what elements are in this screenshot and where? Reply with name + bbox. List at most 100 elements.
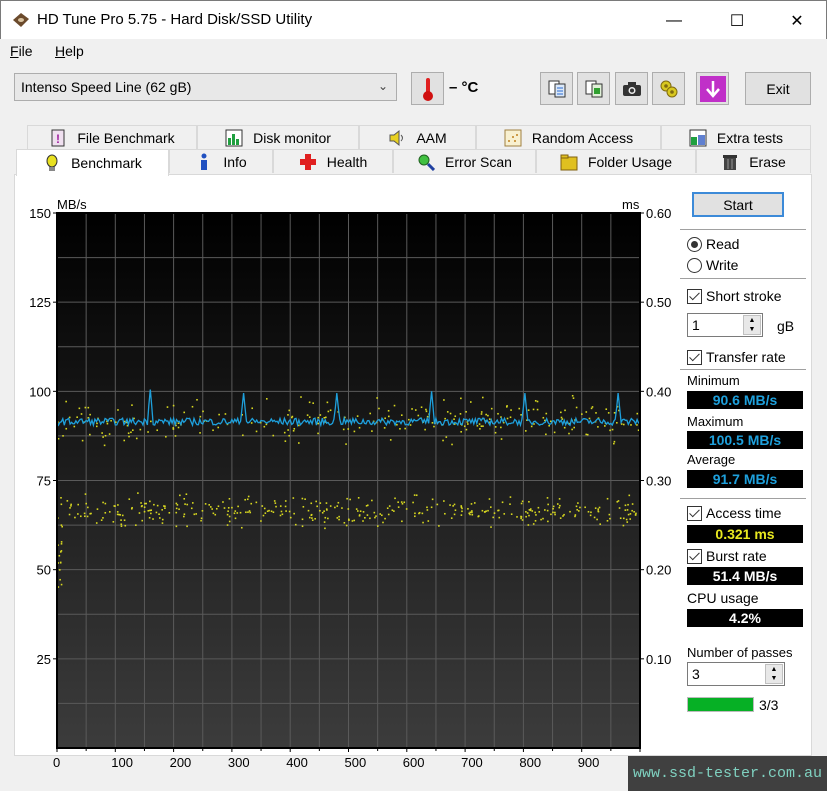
exit-button[interactable]: Exit: [745, 72, 811, 105]
access-time-point: [400, 501, 403, 503]
access-time-checkbox[interactable]: Access time: [687, 505, 781, 521]
access-time-point: [274, 502, 277, 504]
access-time-point: [590, 511, 592, 514]
burst-rate-checkbox[interactable]: Burst rate: [687, 548, 767, 564]
extra-tests-icon: [689, 129, 707, 146]
spinner-arrows-icon[interactable]: ▲ ▼: [765, 664, 783, 684]
access-time-point: [284, 505, 287, 508]
read-radio[interactable]: Read: [687, 236, 739, 252]
access-time-point: [469, 511, 472, 514]
access-time-point: [153, 503, 155, 506]
access-time-point: [217, 505, 220, 508]
access-time-point: [624, 504, 627, 507]
access-time-point: [131, 404, 133, 406]
save-button[interactable]: [696, 72, 729, 105]
access-time-point: [631, 509, 633, 512]
burst-rate-label: Burst rate: [706, 548, 767, 564]
access-time-point: [596, 518, 598, 521]
access-time-point: [183, 513, 186, 516]
access-time-point: [226, 513, 229, 516]
access-time-point: [228, 520, 231, 523]
access-time-point: [613, 442, 615, 445]
access-time-point: [70, 503, 72, 506]
x-tick-label: 700: [461, 755, 483, 770]
access-time-point: [347, 428, 350, 430]
access-time-point: [509, 416, 512, 419]
access-time-point: [480, 425, 483, 427]
transfer-rate-checkbox[interactable]: Transfer rate: [687, 349, 786, 365]
access-time-point: [319, 509, 321, 512]
passes-value: 3: [692, 666, 700, 682]
access-time-point: [585, 411, 588, 413]
access-time-point: [597, 426, 599, 428]
tab-extra-tests[interactable]: Extra tests: [661, 125, 811, 149]
tab-label: Extra tests: [716, 129, 784, 146]
tab-erase[interactable]: Erase: [696, 149, 811, 173]
write-radio[interactable]: Write: [687, 257, 738, 273]
access-time-point: [139, 428, 142, 431]
access-time-point: [247, 511, 249, 513]
access-time-point: [60, 524, 63, 526]
start-button[interactable]: Start: [692, 192, 784, 217]
short-stroke-input[interactable]: 1 ▲ ▼: [687, 313, 763, 337]
passes-input[interactable]: 3 ▲ ▼: [687, 662, 785, 686]
access-time-point: [469, 513, 471, 516]
access-time-point: [528, 509, 531, 511]
access-time-point: [624, 509, 627, 511]
access-time-point: [411, 408, 413, 410]
access-time-point: [251, 407, 254, 410]
access-time-point: [102, 501, 104, 504]
access-time-point: [373, 511, 376, 514]
access-time-point: [473, 502, 476, 504]
access-time-point: [329, 505, 332, 507]
maximize-button[interactable]: ☐: [706, 1, 768, 40]
close-button[interactable]: ✕: [766, 1, 827, 40]
access-time-point: [356, 415, 359, 417]
short-stroke-checkbox[interactable]: Short stroke: [687, 288, 781, 304]
access-time-point: [301, 518, 304, 521]
cpu-usage-label: CPU usage: [687, 590, 759, 606]
tab-benchmark[interactable]: Benchmark: [16, 149, 169, 176]
access-time-point: [176, 504, 179, 506]
short-stroke-label: Short stroke: [706, 288, 782, 304]
access-time-point: [538, 511, 541, 513]
access-time-point: [161, 518, 164, 521]
access-time-point: [593, 516, 596, 519]
access-time-point: [575, 505, 578, 508]
access-time-point: [281, 513, 284, 516]
access-time-label: Access time: [706, 505, 782, 521]
access-time-point: [393, 404, 396, 407]
access-time-point: [317, 432, 319, 435]
access-time-point: [135, 437, 138, 440]
access-time-point: [412, 501, 414, 504]
access-time-point: [304, 498, 306, 500]
access-time-point: [128, 498, 131, 500]
access-time-point: [399, 427, 401, 430]
access-time-point: [74, 516, 76, 519]
spinner-arrows-icon[interactable]: ▲ ▼: [743, 315, 761, 335]
access-time-point: [117, 504, 119, 506]
access-time-point: [605, 408, 608, 410]
access-time-point: [597, 510, 600, 512]
access-time-point: [561, 418, 564, 420]
access-time-point: [120, 525, 123, 527]
progress-text: 3/3: [759, 697, 779, 713]
read-label: Read: [706, 236, 740, 252]
access-time-point: [414, 515, 416, 518]
access-time-point: [175, 511, 178, 514]
access-time-point: [224, 413, 227, 415]
access-time-point: [460, 505, 463, 507]
access-time-point: [161, 509, 163, 511]
access-time-point: [236, 512, 239, 514]
divider: [680, 369, 806, 370]
access-time-point: [204, 503, 207, 505]
close-icon: ✕: [790, 12, 804, 30]
access-time-point: [338, 515, 340, 518]
access-time-point: [165, 435, 167, 438]
access-time-point: [290, 416, 293, 419]
access-time-point: [383, 427, 386, 429]
access-time-point: [408, 418, 410, 421]
access-time-point: [84, 493, 87, 495]
access-time-point: [239, 511, 242, 514]
access-time-point: [316, 505, 318, 508]
